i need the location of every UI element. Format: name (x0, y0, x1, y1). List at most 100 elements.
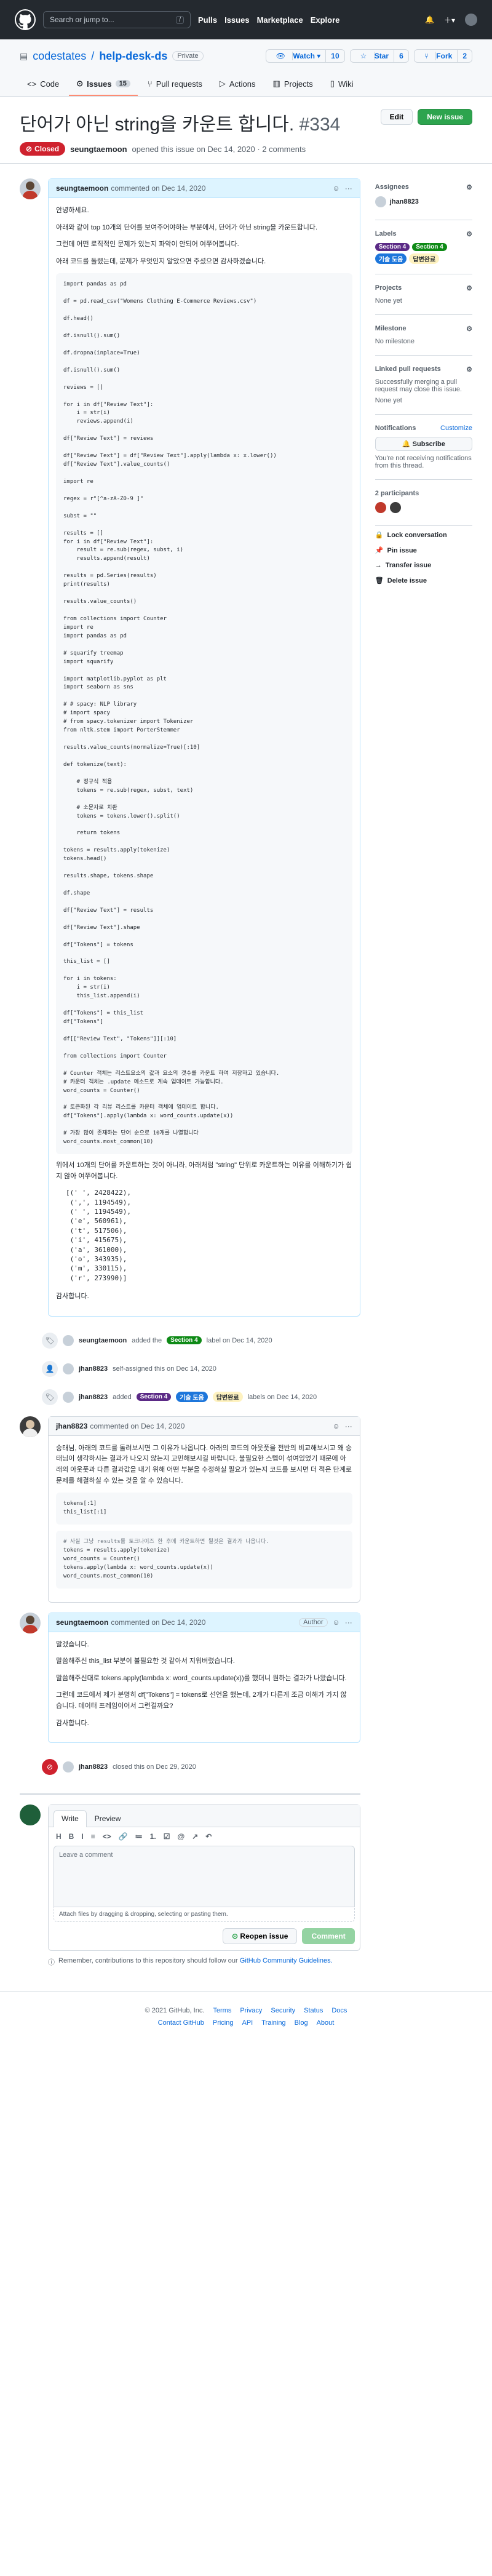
footer-link-blog[interactable]: Blog (295, 2019, 308, 2027)
tab-pull-requests[interactable]: ⑂ Pull requests (140, 73, 210, 96)
fork-count[interactable]: 2 (457, 50, 472, 62)
avatar[interactable] (375, 196, 386, 207)
avatar[interactable] (20, 1804, 41, 1826)
event-actor[interactable]: seungtaemoon (79, 1337, 127, 1344)
footer-link-terms[interactable]: Terms (213, 2007, 231, 2014)
nav-marketplace[interactable]: Marketplace (257, 15, 303, 25)
footer-link-docs[interactable]: Docs (331, 2007, 347, 2014)
delete-issue-button[interactable]: 🗑 Delete issue (375, 576, 472, 585)
repo-name-link[interactable]: help-desk-ds (99, 50, 167, 63)
comment-date[interactable]: commented on Dec 14, 2020 (111, 184, 205, 193)
tab-preview[interactable]: Preview (87, 1810, 129, 1827)
tab-code[interactable]: <> Code (20, 73, 66, 96)
transfer-issue-button[interactable]: → Transfer issue (375, 562, 472, 569)
tab-issues[interactable]: ⊙ Issues 15 (69, 73, 138, 96)
footer-link-pricing[interactable]: Pricing (213, 2019, 234, 2027)
gear-icon[interactable]: ⚙ (466, 365, 472, 373)
footer-link-about[interactable]: About (317, 2019, 335, 2027)
attach-files-area[interactable]: Attach files by dragging & dropping, sel… (54, 1907, 355, 1923)
github-logo-icon[interactable] (15, 9, 36, 30)
footer-link-api[interactable]: API (242, 2019, 253, 2027)
guidelines-link[interactable]: GitHub Community Guidelines. (240, 1957, 333, 1964)
new-issue-button[interactable]: New issue (418, 109, 472, 125)
label-badge[interactable]: 답변완료 (212, 1392, 243, 1403)
tab-projects[interactable]: ▥ Projects (266, 73, 320, 96)
star-count[interactable]: 6 (394, 50, 408, 62)
subscribe-button[interactable]: 🔔 Subscribe (375, 437, 472, 451)
user-avatar-menu[interactable] (465, 14, 477, 26)
comment-author[interactable]: seungtaemoon (56, 184, 108, 193)
repo-owner-link[interactable]: codestates (33, 50, 86, 63)
label-badge[interactable]: Section 4 (375, 243, 410, 251)
code-icon[interactable]: <> (103, 1832, 111, 1841)
fork-button[interactable]: ⑂ Fork 2 (413, 49, 472, 63)
plus-icon[interactable]: ＋▾ (444, 15, 455, 25)
event-actor[interactable]: jhan8823 (79, 1763, 108, 1771)
label-badge[interactable]: 기술 도움 (176, 1392, 208, 1403)
pin-issue-button[interactable]: 📌 Pin issue (375, 546, 472, 555)
assignee-link[interactable]: jhan8823 (390, 198, 419, 205)
comment-author[interactable]: jhan8823 (56, 1422, 87, 1430)
gear-icon[interactable]: ⚙ (466, 284, 472, 292)
watch-button[interactable]: 👁 Watch ▾ 10 (265, 49, 345, 63)
label-badge[interactable]: 기술 도움 (375, 253, 407, 264)
event-actor[interactable]: jhan8823 (79, 1365, 108, 1373)
kebab-menu-icon[interactable]: ··· (345, 1422, 352, 1430)
lock-conversation-button[interactable]: 🔒 Lock conversation (375, 531, 472, 540)
task-list-icon[interactable]: ☑ (164, 1832, 170, 1841)
comment-textarea[interactable]: Leave a comment (54, 1846, 355, 1908)
avatar[interactable] (389, 502, 401, 513)
nav-issues[interactable]: Issues (224, 15, 249, 25)
search-input[interactable]: Search or jump to... / (43, 11, 191, 28)
tab-wiki[interactable]: ▯ Wiki (323, 73, 361, 96)
gear-icon[interactable]: ⚙ (466, 325, 472, 333)
comment-button[interactable]: Comment (302, 1928, 355, 1945)
smiley-icon[interactable]: ☺ (333, 1422, 340, 1430)
bell-icon[interactable]: 🔔 (425, 15, 434, 24)
nav-explore[interactable]: Explore (311, 15, 340, 25)
comment-date[interactable]: commented on Dec 14, 2020 (90, 1422, 184, 1430)
star-button[interactable]: ☆ Star 6 (349, 49, 409, 63)
quote-icon[interactable]: ≡ (91, 1832, 95, 1841)
smiley-icon[interactable]: ☺ (333, 184, 340, 193)
avatar[interactable] (63, 1334, 74, 1346)
avatar[interactable] (20, 178, 41, 199)
label-badge[interactable]: Section 4 (167, 1336, 202, 1345)
reference-icon[interactable]: ↗ (192, 1832, 198, 1841)
bold-icon[interactable]: B (69, 1832, 74, 1841)
comment-date[interactable]: commented on Dec 14, 2020 (111, 1618, 205, 1627)
smiley-icon[interactable]: ☺ (333, 1618, 340, 1627)
footer-link-privacy[interactable]: Privacy (240, 2007, 262, 2014)
kebab-menu-icon[interactable]: ··· (345, 184, 352, 193)
issue-author-link[interactable]: seungtaemoon (70, 145, 127, 154)
reply-icon[interactable]: ↶ (205, 1832, 212, 1841)
gear-icon[interactable]: ⚙ (466, 230, 472, 238)
mention-icon[interactable]: @ (177, 1832, 184, 1841)
comment-author[interactable]: seungtaemoon (56, 1618, 108, 1627)
customize-link[interactable]: Customize (440, 425, 472, 432)
link-icon[interactable]: 🔗 (119, 1832, 128, 1841)
heading-icon[interactable]: H (56, 1832, 62, 1841)
avatar[interactable] (20, 1416, 41, 1437)
gear-icon[interactable]: ⚙ (466, 183, 472, 191)
avatar[interactable] (63, 1391, 74, 1403)
tab-write[interactable]: Write (54, 1810, 87, 1828)
avatar[interactable] (63, 1761, 74, 1773)
footer-link-contact[interactable]: Contact GitHub (158, 2019, 204, 2027)
italic-icon[interactable]: I (81, 1832, 83, 1841)
label-badge[interactable]: 답변완료 (409, 253, 440, 264)
kebab-menu-icon[interactable]: ··· (345, 1618, 352, 1627)
event-actor[interactable]: jhan8823 (79, 1394, 108, 1401)
avatar[interactable] (63, 1363, 74, 1374)
nav-pulls[interactable]: Pulls (198, 15, 217, 25)
avatar[interactable] (375, 502, 386, 513)
watch-count[interactable]: 10 (325, 50, 344, 62)
tab-actions[interactable]: ▷ Actions (212, 73, 263, 96)
label-badge[interactable]: Section 4 (412, 243, 447, 251)
bulleted-list-icon[interactable]: ≔ (135, 1832, 143, 1841)
footer-link-security[interactable]: Security (271, 2007, 295, 2014)
label-badge[interactable]: Section 4 (136, 1393, 172, 1402)
numbered-list-icon[interactable]: 1. (150, 1832, 156, 1841)
avatar[interactable] (20, 1612, 41, 1633)
reopen-issue-button[interactable]: ⊙ Reopen issue (223, 1928, 298, 1945)
